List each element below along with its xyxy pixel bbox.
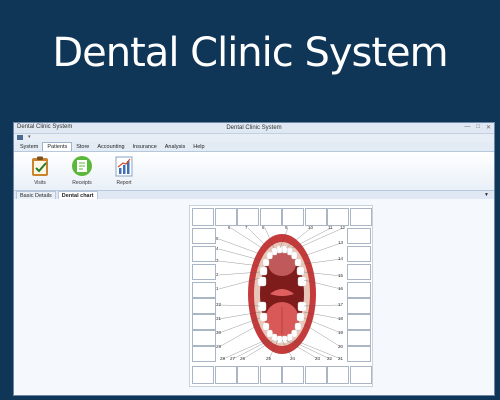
leader-line xyxy=(218,260,261,267)
app-menu-icon[interactable] xyxy=(17,135,23,140)
leader-line xyxy=(291,227,332,249)
menu-item-store[interactable]: Store xyxy=(72,143,93,151)
tooth-number-label: 24 xyxy=(290,356,296,361)
tooth-number-label: 11 xyxy=(328,225,333,230)
leader-line xyxy=(218,317,261,334)
title-bar: Dental Clinic System Dental Clinic Syste… xyxy=(14,123,494,134)
receipts-document-icon xyxy=(72,156,92,176)
receipts-button[interactable]: Receipts xyxy=(64,152,100,190)
menu-item-accounting[interactable]: Accounting xyxy=(93,143,128,151)
leader-line xyxy=(303,242,342,257)
tooth-number-label: 26 xyxy=(240,356,246,361)
leader-line xyxy=(218,277,261,290)
maximize-button[interactable]: □ xyxy=(476,124,480,131)
leader-line xyxy=(303,279,342,290)
app-window: Dental Clinic System Dental Clinic Syste… xyxy=(13,122,495,396)
tooth-number-label: 27 xyxy=(230,356,236,361)
close-button[interactable]: ✕ xyxy=(486,124,491,131)
tooth-number-label: 20 xyxy=(338,344,344,349)
tooth-number-label: 32 xyxy=(216,302,222,307)
tooth-number-label: 23 xyxy=(315,356,321,361)
menu-item-help[interactable]: Help xyxy=(189,143,208,151)
dental-chart-panel: 6 7 8 9 10 11 12 5 4 3 2 1 13 14 15 16 32 31 30 29 17 18 19 20 2… xyxy=(189,205,373,387)
tooth-number-label: 30 xyxy=(216,330,222,335)
leader-line xyxy=(297,227,344,249)
dental-chart-content: 6 7 8 9 10 11 12 5 4 3 2 1 13 14 15 16 32 31 30 29 17 18 19 20 2… xyxy=(14,199,494,395)
leader-line xyxy=(303,311,342,320)
banner-title: Dental Clinic System xyxy=(52,30,448,76)
leader-line xyxy=(232,339,271,360)
leader-line xyxy=(218,304,261,307)
tabs-dropdown-icon[interactable]: ▼ xyxy=(484,192,489,198)
tooth-number-label: 1 xyxy=(216,286,219,291)
report-button[interactable]: Report xyxy=(106,152,142,190)
tooth-number-label: 3 xyxy=(216,258,219,263)
leader-line xyxy=(303,317,342,334)
tooth-number-label: 16 xyxy=(338,286,344,291)
tooth-number-label: 6 xyxy=(228,225,231,230)
tooth-number-label: 18 xyxy=(338,316,344,321)
visits-label: Visits xyxy=(34,180,46,186)
leader-line xyxy=(303,304,342,307)
tooth-number-label: 8 xyxy=(262,225,265,230)
tooth-number-label: 22 xyxy=(327,356,333,361)
visits-button[interactable]: Visits xyxy=(22,152,58,190)
leader-line xyxy=(285,227,312,249)
menu-item-patients[interactable]: Patients xyxy=(42,142,73,151)
tooth-number-label: 4 xyxy=(216,246,219,251)
tooth-number-label: 19 xyxy=(338,330,344,335)
tooth-number-label: 28 xyxy=(220,356,226,361)
tooth-number-label: 15 xyxy=(338,273,344,278)
tooth-number-label: 9 xyxy=(285,225,288,230)
minimize-button[interactable]: — xyxy=(464,124,470,131)
leader-line xyxy=(218,311,261,320)
tooth-number-label: 14 xyxy=(338,256,344,261)
leader-line xyxy=(303,323,342,348)
tooth-number-label: 12 xyxy=(340,225,346,230)
window-title: Dental Clinic System xyxy=(226,125,282,131)
ribbon: Visits Receipts Report xyxy=(14,152,494,191)
tooth-number-label: 7 xyxy=(245,225,248,230)
tooth-number-label: 29 xyxy=(216,344,222,349)
leader-line xyxy=(218,248,261,261)
tooth-number-label: 13 xyxy=(338,240,344,245)
menu-item-analysis[interactable]: Analysis xyxy=(161,143,189,151)
leader-line xyxy=(264,227,275,249)
leader-line xyxy=(279,227,289,249)
leader-line xyxy=(303,271,342,277)
leader-line xyxy=(218,271,261,276)
tooth-number-label: 21 xyxy=(338,356,344,361)
report-label: Report xyxy=(116,180,132,186)
tooth-number-label: 5 xyxy=(216,236,219,241)
leader-line xyxy=(303,258,342,265)
menu-bar: System Patients Store Accounting Insuran… xyxy=(14,142,494,152)
tooth-number-label: 2 xyxy=(216,272,219,277)
leader-line xyxy=(218,323,261,348)
tooth-number-label: 31 xyxy=(216,316,222,321)
tooth-number-label: 10 xyxy=(308,225,314,230)
leader-line xyxy=(218,238,261,255)
menu-item-insurance[interactable]: Insurance xyxy=(129,143,161,151)
leader-line xyxy=(289,339,331,360)
leader-line xyxy=(247,227,269,249)
tooth-number-label: 25 xyxy=(266,356,272,361)
tooth-number-label: 17 xyxy=(338,302,344,307)
visits-clipboard-icon xyxy=(32,156,48,176)
chevron-down-icon[interactable]: ▾ xyxy=(28,134,31,140)
quick-access-toolbar: ▾ xyxy=(14,134,494,142)
tooth-leader-lines xyxy=(218,227,344,360)
receipts-label: Receipts xyxy=(72,180,92,186)
report-chart-icon xyxy=(115,156,133,177)
menu-item-system[interactable]: System xyxy=(16,143,42,151)
